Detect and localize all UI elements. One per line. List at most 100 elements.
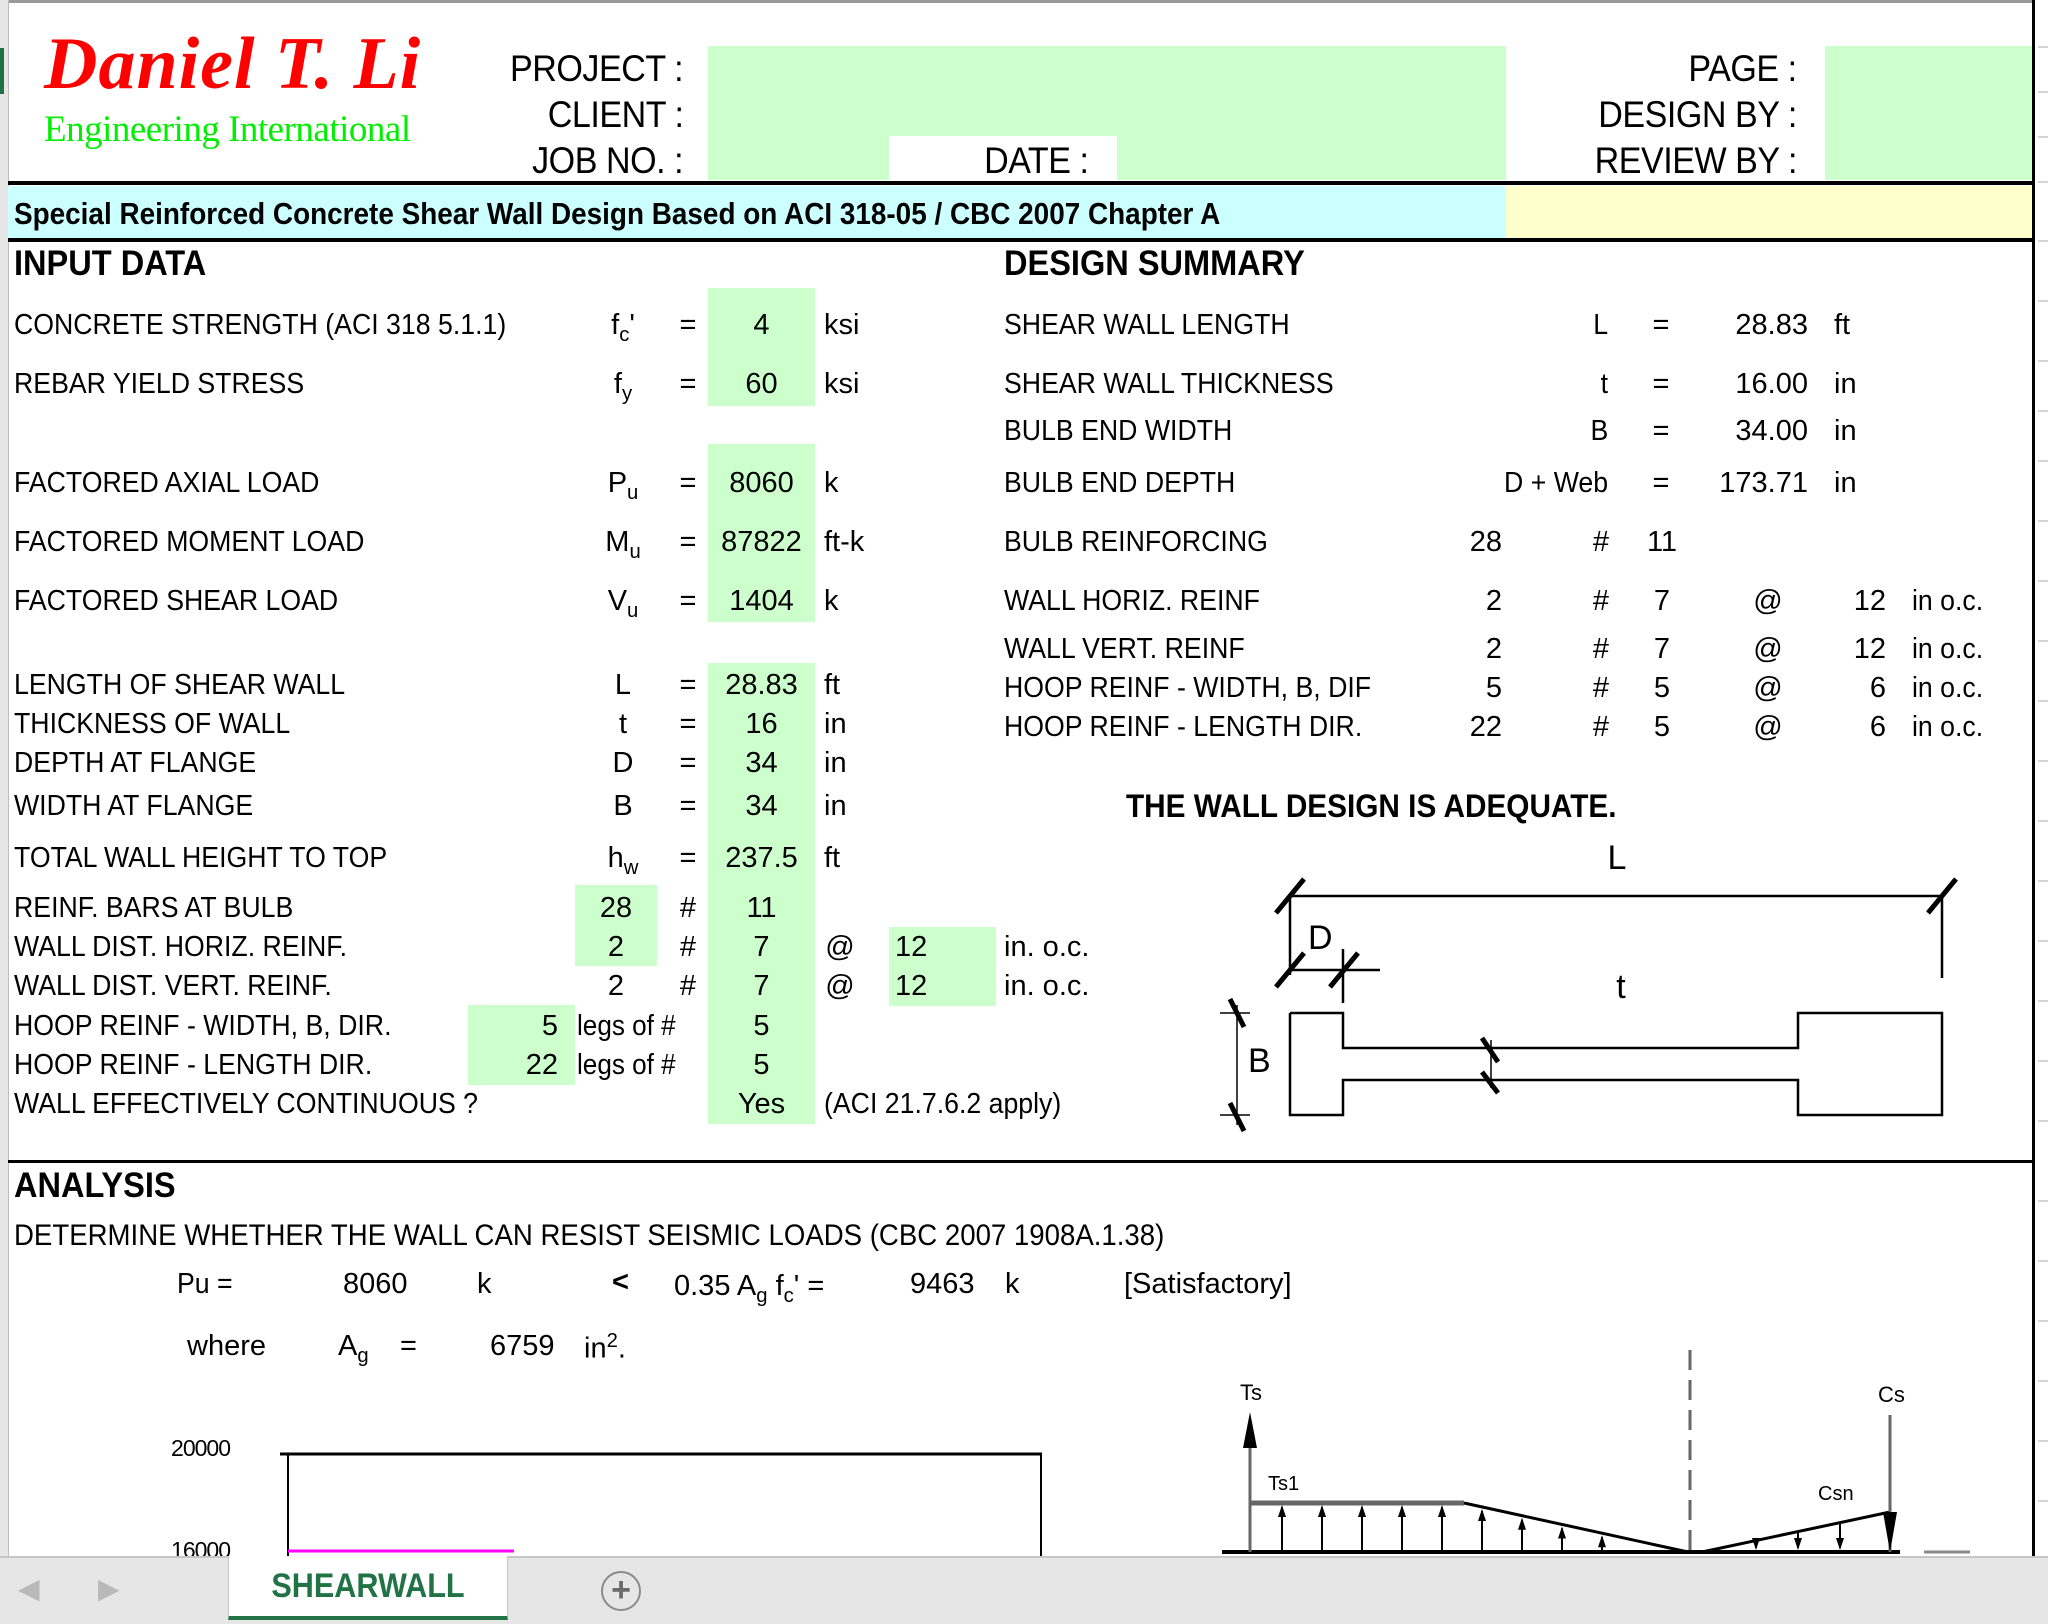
equals-sign: =	[679, 585, 697, 617]
prev-sheet-button[interactable]: ◀	[18, 1572, 40, 1605]
wall-horiz-spacing-input[interactable]: 12	[889, 931, 945, 964]
wall-vert-size-input[interactable]: 7	[708, 970, 815, 1003]
wall-vert-count-input[interactable]: 2	[575, 970, 657, 1003]
active-row-indicator	[0, 48, 4, 94]
symbol-text: B	[613, 790, 633, 822]
summary-value: 28.83	[1735, 309, 1808, 341]
input-value[interactable]: 4	[708, 309, 815, 342]
equals-sign: =	[1652, 309, 1670, 341]
input-value[interactable]: 28.83	[708, 669, 815, 702]
summary-reinf-label: BULB REINFORCING	[1004, 526, 1268, 558]
hoop-width-legs-input[interactable]: 5	[468, 1010, 558, 1043]
input-value[interactable]: 237.5	[708, 842, 815, 875]
symbol-text: h	[607, 842, 624, 874]
tick-mark	[1480, 1070, 1500, 1095]
ag-unit-text: in	[584, 1332, 607, 1365]
input-value[interactable]: 8060	[708, 467, 815, 500]
page-design-review-field[interactable]	[1825, 46, 2032, 180]
compression-arrow-head	[1836, 1538, 1844, 1550]
symbol-sub: y	[621, 382, 633, 405]
tension-arrow-head	[1438, 1505, 1446, 1517]
hoop-width-size-input[interactable]: 5	[708, 1010, 815, 1043]
continuous-select[interactable]: Yes	[708, 1088, 815, 1121]
pu-label: Pu =	[177, 1268, 233, 1300]
input-symbol: Mu	[598, 526, 648, 564]
summary-unit: in	[1834, 368, 1857, 400]
input-unit: ksi	[824, 309, 860, 341]
input-symbol: D	[598, 747, 648, 780]
analysis-subheading: DETERMINE WHETHER THE WALL CAN RESIST SE…	[14, 1219, 1165, 1252]
input-label: WIDTH AT FLANGE	[14, 790, 254, 822]
compression-taper	[1701, 1510, 1891, 1554]
gridline	[2038, 300, 2048, 302]
summary-reinf-size: 11	[1646, 526, 1678, 558]
design-summary-heading: DESIGN SUMMARY	[1004, 244, 1305, 283]
at-symbol: @	[825, 931, 855, 963]
input-label: FACTORED AXIAL LOAD	[14, 467, 320, 499]
input-value[interactable]: 34	[708, 747, 815, 780]
equals-sign: =	[679, 309, 697, 341]
input-unit: in	[824, 708, 847, 740]
summary-value: 173.71	[1719, 467, 1808, 499]
wall-vert-spacing-input[interactable]: 12	[889, 970, 945, 1003]
hoop-length-size-input[interactable]: 5	[708, 1049, 815, 1082]
label-L: L	[1608, 839, 1627, 877]
input-symbol: hw	[598, 842, 648, 880]
limit-value: 9463	[910, 1268, 975, 1300]
header-divider	[8, 181, 2032, 185]
input-symbol: t	[598, 708, 648, 741]
hash-symbol: #	[679, 970, 697, 1002]
next-sheet-button[interactable]: ▶	[98, 1572, 120, 1605]
hoop-length-legs-input[interactable]: 22	[468, 1049, 558, 1082]
reinf-bulb-size-input[interactable]: 11	[708, 892, 815, 925]
input-symbol: Vu	[598, 585, 648, 623]
input-value[interactable]: 87822	[708, 526, 815, 559]
add-sheet-button[interactable]: +	[601, 1571, 641, 1611]
pu-value: 8060	[343, 1268, 408, 1300]
wall-vert-unit: in. o.c.	[1004, 970, 1090, 1002]
summary-reinf-count: 2	[1485, 585, 1502, 617]
limit-label-sub: g	[756, 1284, 768, 1307]
gridline	[2038, 760, 2048, 762]
summary-reinf-label: WALL HORIZ. REINF	[1004, 585, 1260, 617]
hash-symbol: #	[1592, 585, 1610, 617]
input-label: FACTORED SHEAR LOAD	[14, 585, 339, 617]
limit-label-text: f	[767, 1270, 784, 1302]
cs-arrow-head	[1883, 1512, 1897, 1552]
wall-horiz-count-input[interactable]: 2	[575, 931, 657, 964]
equals-sign: =	[679, 368, 697, 400]
input-value[interactable]: 16	[708, 708, 815, 741]
date-label: DATE :	[983, 140, 1089, 181]
input-label: CONCRETE STRENGTH (ACI 318 5.1.1)	[14, 309, 507, 341]
hash-symbol: #	[679, 931, 697, 963]
summary-reinf-spacing: 12	[1853, 633, 1886, 665]
gridline	[2038, 1200, 2048, 1202]
input-value[interactable]: 34	[708, 790, 815, 823]
gridline	[2038, 1000, 2048, 1002]
tension-arrow-head	[1318, 1505, 1326, 1517]
wall-horiz-size-input[interactable]: 7	[708, 931, 815, 964]
sheet-tab-shearwall[interactable]: SHEARWALL	[228, 1556, 508, 1620]
reinf-bulb-count-input[interactable]: 28	[575, 892, 657, 925]
gridline	[2038, 580, 2048, 582]
gridline	[2038, 410, 2048, 412]
symbol-sub: c	[619, 323, 630, 346]
input-value[interactable]: 60	[708, 368, 815, 401]
symbol-text: M	[605, 526, 630, 558]
page-title: Special Reinforced Concrete Shear Wall D…	[14, 196, 1221, 231]
tension-arrow-head	[1558, 1526, 1566, 1539]
summary-reinf-size: 7	[1653, 633, 1671, 665]
input-unit: in	[824, 790, 847, 822]
symbol-text: D	[612, 747, 634, 779]
tension-arrow-head	[1278, 1505, 1286, 1517]
gridline	[2038, 1120, 2048, 1122]
wall-horiz-label: WALL DIST. HORIZ. REINF.	[14, 931, 348, 963]
logo-subtitle: Engineering International	[44, 109, 411, 150]
input-label: LENGTH OF SHEAR WALL	[14, 669, 346, 701]
symbol-text: f	[611, 309, 620, 341]
hash-symbol: #	[679, 892, 697, 924]
interaction-chart: 20000 16000	[171, 1435, 1042, 1556]
tension-arrow-head	[1358, 1505, 1366, 1517]
summary-unit: in	[1834, 415, 1857, 447]
input-value[interactable]: 1404	[708, 585, 815, 618]
